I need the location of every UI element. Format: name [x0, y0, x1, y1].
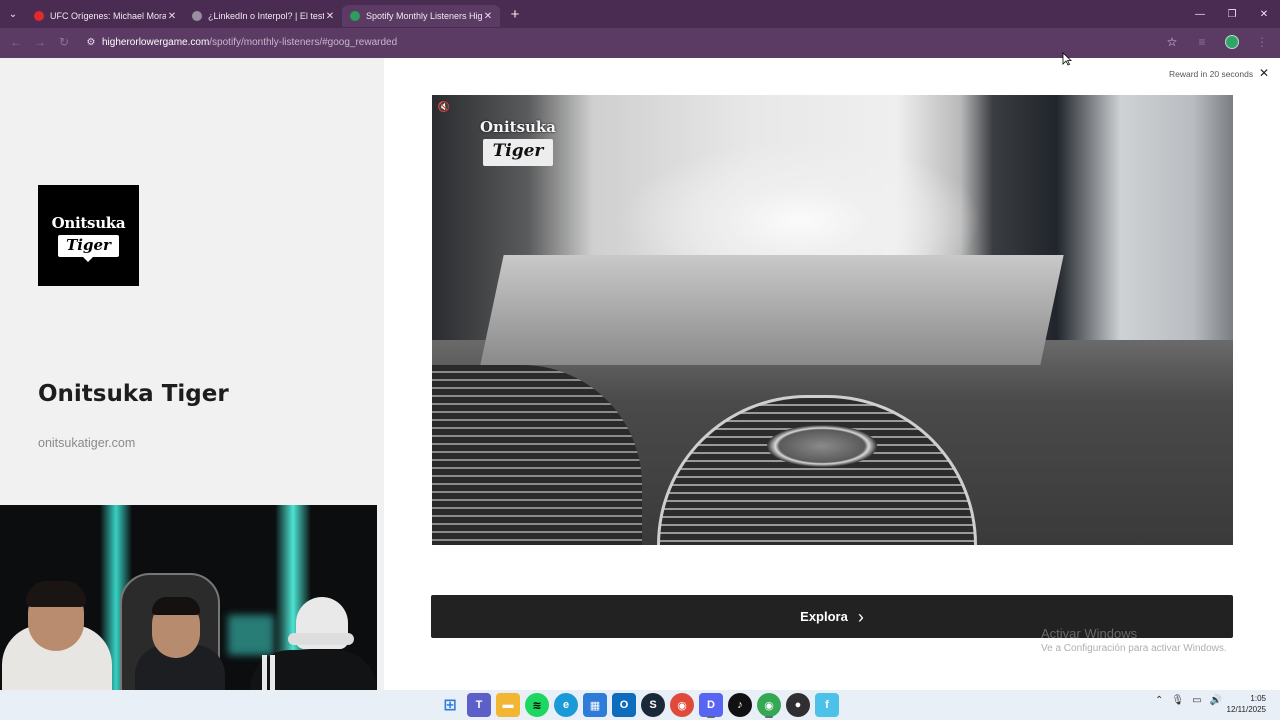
minimize-icon[interactable]: — [1184, 0, 1216, 28]
menu-kebab-icon[interactable]: ⋮ [1252, 32, 1272, 52]
mouse-cursor-icon [1062, 52, 1072, 66]
tray-expand-icon[interactable]: ⌃ [1155, 695, 1163, 706]
file-explorer-icon[interactable]: ▬ [496, 693, 520, 717]
close-window-icon[interactable]: ✕ [1248, 0, 1280, 28]
explore-button-label: Explora [800, 609, 848, 624]
logo-line1: Onitsuka [51, 214, 126, 232]
tab-title: UFC Orígenes: Michael Morales [50, 11, 166, 21]
network-icon[interactable]: ▭ [1192, 695, 1201, 706]
browser-tab-active[interactable]: Spotify Monthly Listeners High ✕ [342, 5, 500, 27]
browser-tab[interactable]: UFC Orígenes: Michael Morales ✕ [26, 5, 184, 27]
obs-icon[interactable]: ● [786, 693, 810, 717]
tiktok-icon[interactable]: ♪ [728, 693, 752, 717]
clock-time: 1:05 [1250, 694, 1266, 703]
advertiser-name[interactable]: Onitsuka Tiger [38, 381, 229, 407]
start-button-icon[interactable]: ⊞ [438, 693, 462, 717]
system-tray: ⌃ 🎙 ▭ 🔊 [1155, 695, 1222, 706]
browser-tab[interactable]: ¿LinkedIn o Interpol? | El test m ✕ [184, 5, 342, 27]
new-tab-button[interactable]: + [504, 3, 526, 25]
onitsuka-logo[interactable]: Onitsuka Tiger [38, 185, 139, 286]
activation-watermark-subtitle: Ve a Configuración para activar Windows. [1041, 643, 1227, 654]
store-icon[interactable]: ▦ [583, 693, 607, 717]
windows-taskbar: ⊞ T ▬ ≋ e ▦ O S ◉ D ♪ ◉ ● f ⌃ 🎙 ▭ 🔊 1:05… [0, 690, 1280, 720]
reward-countdown: Reward in 20 seconds [1169, 69, 1254, 79]
game-favicon-icon [350, 11, 360, 21]
url-field[interactable]: ⚙ higherorlowergame.com/spotify/monthly-… [80, 31, 1200, 53]
logo-line2: Tiger [58, 235, 119, 262]
close-tab-icon[interactable]: ✕ [324, 11, 336, 22]
teams-icon[interactable]: T [467, 693, 491, 717]
bookmark-star-icon[interactable]: ☆ [1162, 32, 1182, 52]
discord-icon[interactable]: D [699, 693, 723, 718]
muted-speaker-icon[interactable]: 🔇 [437, 100, 451, 114]
app-f-icon[interactable]: f [815, 693, 839, 717]
tab-search-button[interactable]: ⌄ [0, 0, 26, 28]
reload-icon[interactable]: ↻ [52, 30, 76, 54]
webcam-overlay [0, 505, 377, 720]
advertiser-url[interactable]: onitsukatiger.com [38, 436, 135, 450]
url-path: /spotify/monthly-listeners/#goog_rewarde… [209, 36, 398, 48]
close-tab-icon[interactable]: ✕ [166, 11, 178, 22]
volume-icon[interactable]: 🔊 [1210, 695, 1222, 706]
system-clock[interactable]: 1:05 12/11/2025 [1227, 693, 1266, 715]
youtube-favicon-icon [34, 11, 44, 21]
microphone-icon[interactable]: 🎙 [1171, 695, 1184, 706]
video-brand-logo: Onitsuka Tiger [468, 118, 568, 184]
url-host: higherorlowergame.com [102, 36, 210, 48]
ad-video[interactable]: Onitsuka Tiger [432, 95, 1233, 545]
video-logo-line1: Onitsuka [479, 118, 557, 136]
chrome-profile-icon[interactable]: ◉ [757, 693, 781, 718]
restore-icon[interactable]: ❐ [1216, 0, 1248, 28]
spotify-icon[interactable]: ≋ [525, 693, 549, 717]
chevron-right-icon: › [857, 606, 864, 627]
media-controls-icon[interactable]: ≡ [1192, 32, 1212, 52]
clock-date: 12/11/2025 [1226, 705, 1266, 714]
activation-watermark-title: Activar Windows [1041, 626, 1138, 641]
tab-title: ¿LinkedIn o Interpol? | El test m [208, 11, 324, 21]
video-logo-line2: Tiger [482, 139, 554, 166]
back-icon[interactable]: ← [4, 30, 28, 54]
globe-favicon-icon [192, 11, 202, 21]
tab-title: Spotify Monthly Listeners High [366, 11, 482, 21]
site-info-icon[interactable]: ⚙ [80, 37, 102, 48]
outlook-icon[interactable]: O [612, 693, 636, 717]
address-bar-row: ← → ↻ ⚙ higherorlowergame.com/spotify/mo… [0, 28, 1280, 56]
forward-icon[interactable]: → [28, 30, 52, 54]
profile-avatar[interactable] [1222, 32, 1242, 52]
close-ad-icon[interactable]: ✕ [1257, 66, 1271, 80]
chrome-icon[interactable]: ◉ [670, 693, 694, 717]
steam-icon[interactable]: S [641, 693, 665, 717]
edge-icon[interactable]: e [554, 693, 578, 717]
browser-tab-bar: ⌄ UFC Orígenes: Michael Morales ✕ ¿Linke… [0, 0, 1280, 28]
close-tab-icon[interactable]: ✕ [482, 11, 494, 22]
